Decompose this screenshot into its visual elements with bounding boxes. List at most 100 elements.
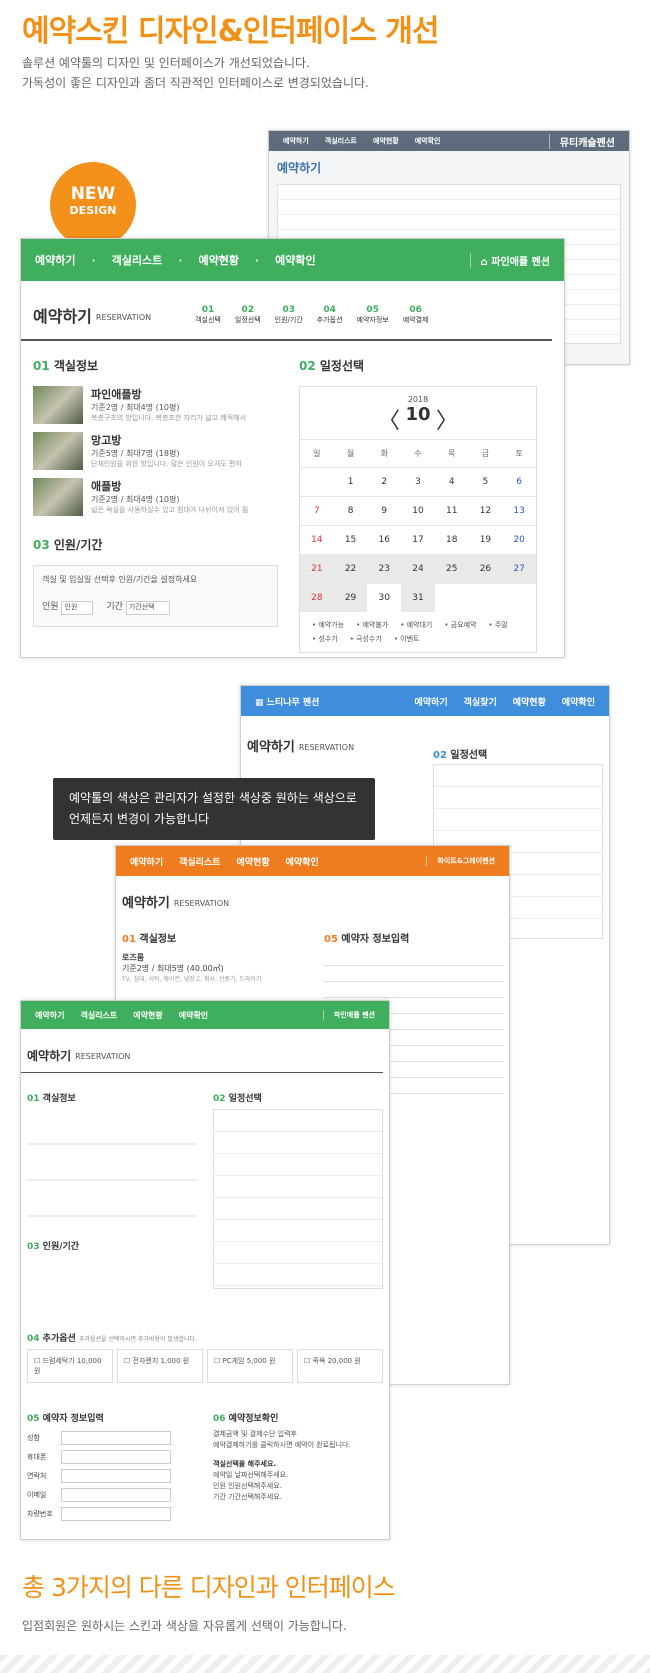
people-select[interactable]: 인원 (61, 601, 94, 615)
step-item: 04 추가옵션 (317, 305, 343, 325)
section-label: 일정선택 (319, 359, 365, 373)
color-tooltip: 예약툴의 색상은 관리자가 설정한 색상중 원하는 색상으로 언제든지 변경이 … (53, 778, 375, 840)
step-num: 06 (409, 305, 422, 315)
blue-nav-item: 예약확인 (561, 697, 595, 708)
section-label: 인원/기간 (42, 1242, 80, 1252)
info-field-input[interactable] (61, 1488, 171, 1502)
period-label: 기간 (106, 602, 123, 612)
calendar-day[interactable]: 21 (300, 554, 334, 583)
calendar-day[interactable]: 5 (468, 467, 503, 496)
info-field-input[interactable] (61, 1450, 171, 1464)
nav-item-reserve[interactable]: 예약하기 (35, 252, 75, 268)
option-item[interactable]: ☐ 전자렌지 1,000 원 (117, 1349, 203, 1383)
people-section-title: 03 인원/기간 (33, 536, 278, 553)
rooms-section-title: 01 객실정보 (33, 357, 278, 374)
calendar-day[interactable]: 17 (401, 525, 435, 554)
calendar-day[interactable]: 13 (502, 496, 536, 525)
nav-item-check[interactable]: 예약확인 (275, 252, 315, 268)
room-name: 파인애플방 (91, 388, 142, 401)
calendar-day[interactable]: 15 (333, 525, 368, 554)
calendar-day[interactable]: 30 (367, 583, 402, 612)
orange-subtitle: RESERVATION (173, 899, 230, 908)
orange-title: 예약하기 RESERVATION (116, 876, 509, 911)
room-item[interactable]: 망고방 기준5명 / 최대7명 (18평) 단체인원을 위한 방입니다. 많은 인원… (33, 432, 278, 470)
date-section-title: 02 일정선택 (299, 357, 537, 374)
room-desc: 단체인원을 위한 방입니다. 많은 인원이 오셔도 편히 (91, 460, 242, 468)
calendar-day[interactable]: 3 (401, 467, 435, 496)
green-skin-screenshot: 예약하기 · 객실리스트 · 예약현황 · 예약확인 ⌂ 파인애플 펜션 예약하기 RE… (20, 238, 565, 658)
calendar-day[interactable]: 7 (300, 496, 334, 525)
room-item[interactable]: 애플방 기준2명 / 최대4명 (10평) 넓은 욕실을 사용하실수 있고 침대가 … (33, 478, 278, 516)
step-item: 01 객실선택 (195, 305, 221, 325)
calendar-day[interactable]: 4 (434, 467, 469, 496)
option-item[interactable]: ☐ 족욕 20,000 원 (297, 1349, 383, 1383)
calendar-day[interactable]: 25 (434, 554, 469, 583)
section-label: 예약정보확인 (228, 1414, 279, 1424)
small-nav-item: 예약현황 (133, 1010, 163, 1020)
calendar-day[interactable]: 26 (468, 554, 503, 583)
calendar-day[interactable]: 22 (333, 554, 368, 583)
confirm-box: 결제금액 및 결제수단 입력후 예약결제하기를 클릭하시면 예약이 완료됩니다.… (213, 1429, 383, 1503)
calendar-day[interactable]: 8 (333, 496, 368, 525)
option-item[interactable]: ☐ 드럼세탁기 10,000 원 (27, 1349, 113, 1383)
calendar-day[interactable]: 9 (367, 496, 402, 525)
section-num: 03 (33, 538, 50, 552)
calendar-day[interactable]: 20 (502, 525, 536, 554)
section-num: 01 (122, 934, 136, 945)
calendar-day[interactable]: 14 (300, 525, 334, 554)
calendar-day[interactable]: 31 (401, 583, 435, 612)
step-item: 05 예약자정보 (357, 305, 389, 325)
orange-rooms-title: 01 객실정보 (122, 930, 176, 945)
small-room-list (27, 1109, 197, 1219)
step-label: 예약자정보 (356, 316, 389, 324)
weekday-label: 토 (502, 439, 536, 467)
calendar-day[interactable]: 6 (502, 467, 536, 496)
home-link-label: 파인애플 펜션 (491, 256, 550, 268)
nav-item-rooms[interactable]: 객실리스트 (112, 252, 163, 268)
step-item: 06 예약결제 (403, 305, 429, 325)
calendar-day[interactable]: 12 (468, 496, 503, 525)
calendar-day[interactable]: 19 (468, 525, 503, 554)
section-label: 추가옵션 (42, 1334, 76, 1344)
info-field-label: 이메일 (27, 1491, 47, 1499)
step-item: 02 일정선택 (235, 305, 261, 325)
headline: 예약스킨 디자인&인터페이스 개선 (22, 14, 439, 49)
calendar-month: 10 (405, 404, 431, 425)
info-field-input[interactable] (61, 1431, 171, 1445)
period-select[interactable]: 기간선택 (125, 601, 170, 615)
old-nav-item: 예약하기 (283, 137, 309, 145)
section-num: 01 (27, 1094, 40, 1104)
confirm-key: 예약일 (213, 1471, 233, 1479)
nav-item-status[interactable]: 예약현황 (198, 252, 238, 268)
option-item[interactable]: ☐ PC게임 5,000 원 (207, 1349, 293, 1383)
weekday-label: 목 (434, 439, 469, 467)
calendar-prev-arrow[interactable]: 〈 (378, 403, 400, 435)
calendar-day[interactable]: 2 (367, 467, 402, 496)
calendar-day[interactable]: 28 (300, 583, 334, 612)
calendar-day[interactable]: 11 (434, 496, 469, 525)
small-date-title: 02 일정선택 (213, 1091, 262, 1104)
home-link[interactable]: ⌂ 파인애플 펜션 (469, 252, 550, 268)
calendar-day[interactable]: 10 (401, 496, 435, 525)
small-title-text: 예약하기 (27, 1049, 72, 1063)
old-nav-item: 예약현황 (372, 137, 399, 145)
calendar-day[interactable]: 1 (333, 467, 368, 496)
calendar-day[interactable]: 29 (333, 583, 368, 612)
old-home-link: 뮤티캐슬펜션 (548, 133, 615, 149)
room-item[interactable]: 파인애플방 기준2명 / 최대4명 (10평) 복층구조의 방입니다. 복층조한 자… (33, 386, 278, 424)
orange-nav-item: 예약확인 (285, 857, 319, 868)
nav-bar: 예약하기 · 객실리스트 · 예약현황 · 예약확인 ⌂ 파인애플 펜션 (21, 239, 564, 281)
info-field-input[interactable] (61, 1507, 171, 1521)
calendar-day[interactable]: 23 (367, 554, 402, 583)
description-line-1: 솔루션 예약툴의 디자인 및 인터페이스가 개선되었습니다. (22, 56, 310, 70)
calendar-day[interactable]: 16 (367, 525, 402, 554)
small-nav-item: 예약확인 (178, 1010, 209, 1020)
step-num: 05 (366, 305, 379, 315)
info-field-input[interactable] (61, 1469, 171, 1483)
calendar-day[interactable]: 27 (502, 554, 536, 583)
old-nav-item: 예약확인 (414, 137, 441, 145)
calendar-day[interactable]: 18 (434, 525, 469, 554)
weekday-label: 월 (333, 439, 368, 467)
calendar-next-arrow[interactable]: 〉 (436, 403, 458, 435)
calendar-day[interactable]: 24 (401, 554, 435, 583)
